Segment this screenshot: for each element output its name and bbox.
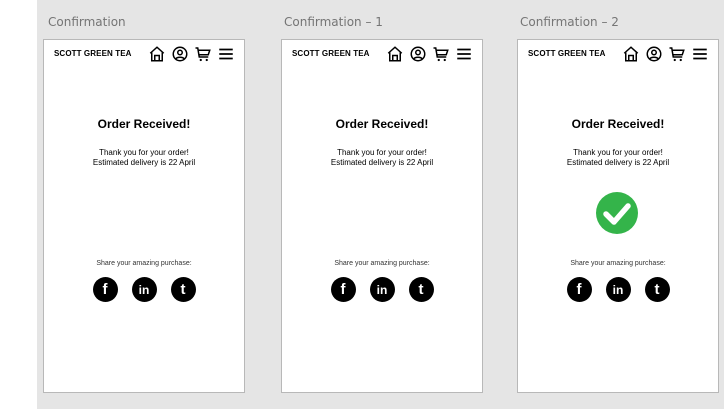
frame-label-confirmation-1[interactable]: Confirmation – 1 bbox=[284, 15, 383, 29]
share-label: Share your amazing purchase: bbox=[570, 260, 666, 267]
social-links: f in t bbox=[44, 277, 244, 302]
nav-icons bbox=[622, 45, 709, 63]
order-title: Order Received! bbox=[97, 117, 191, 131]
tumblr-icon[interactable]: t bbox=[170, 277, 196, 302]
delivery-message: Estimated delivery is 22 April bbox=[566, 158, 670, 167]
menu-icon[interactable] bbox=[217, 45, 235, 63]
linkedin-icon[interactable]: in bbox=[369, 277, 395, 302]
order-title: Order Received! bbox=[335, 117, 429, 131]
brand-name[interactable]: SCOTT GREEN TEA bbox=[528, 49, 606, 58]
menu-icon[interactable] bbox=[455, 45, 473, 63]
cart-icon[interactable] bbox=[668, 45, 686, 63]
nav-icons bbox=[386, 45, 473, 63]
account-icon[interactable] bbox=[409, 45, 427, 63]
facebook-icon[interactable]: f bbox=[566, 277, 592, 302]
facebook-icon[interactable]: f bbox=[330, 277, 356, 302]
social-links: f in t bbox=[518, 277, 718, 302]
share-label: Share your amazing purchase: bbox=[96, 260, 192, 267]
frame-label-confirmation[interactable]: Confirmation bbox=[48, 15, 126, 29]
nav-icons bbox=[148, 45, 235, 63]
tumblr-icon[interactable]: t bbox=[408, 277, 434, 302]
home-icon[interactable] bbox=[386, 45, 404, 63]
account-icon[interactable] bbox=[645, 45, 663, 63]
linkedin-icon[interactable]: in bbox=[131, 277, 157, 302]
delivery-message: Estimated delivery is 22 April bbox=[92, 158, 196, 167]
frame-confirmation-1[interactable]: SCOTT GREEN TEA Order Received! Thank yo… bbox=[281, 39, 483, 393]
cart-icon[interactable] bbox=[194, 45, 212, 63]
frame-label-confirmation-2[interactable]: Confirmation – 2 bbox=[520, 15, 619, 29]
thanks-message: Thank you for your order! bbox=[99, 148, 189, 157]
share-label: Share your amazing purchase: bbox=[334, 260, 430, 267]
cart-icon[interactable] bbox=[432, 45, 450, 63]
facebook-icon[interactable]: f bbox=[92, 277, 118, 302]
frame-confirmation[interactable]: SCOTT GREEN TEA Order Received! Thank yo… bbox=[43, 39, 245, 393]
frame-confirmation-2[interactable]: SCOTT GREEN TEA Order Received! Thank yo… bbox=[517, 39, 719, 393]
social-links: f in t bbox=[282, 277, 482, 302]
home-icon[interactable] bbox=[148, 45, 166, 63]
thanks-message: Thank you for your order! bbox=[573, 148, 663, 157]
brand-name[interactable]: SCOTT GREEN TEA bbox=[292, 49, 370, 58]
checkmark-icon bbox=[596, 192, 638, 234]
brand-name[interactable]: SCOTT GREEN TEA bbox=[54, 49, 132, 58]
tumblr-icon[interactable]: t bbox=[644, 277, 670, 302]
delivery-message: Estimated delivery is 22 April bbox=[330, 158, 434, 167]
account-icon[interactable] bbox=[171, 45, 189, 63]
home-icon[interactable] bbox=[622, 45, 640, 63]
menu-icon[interactable] bbox=[691, 45, 709, 63]
order-title: Order Received! bbox=[571, 117, 665, 131]
linkedin-icon[interactable]: in bbox=[605, 277, 631, 302]
thanks-message: Thank you for your order! bbox=[337, 148, 427, 157]
